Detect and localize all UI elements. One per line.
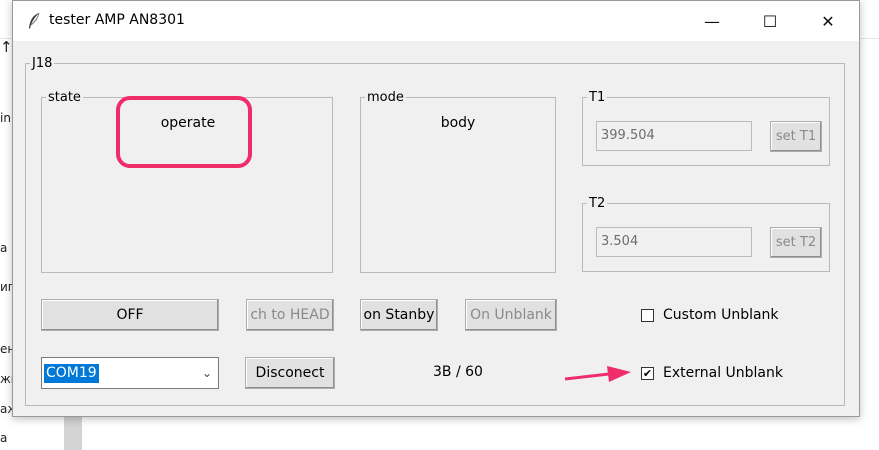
background-scrollbar [64,414,82,450]
j18-legend: J18 [32,56,53,71]
background-text-fragment: а [0,431,8,445]
t2-input[interactable]: 3.504 [596,227,752,257]
background-text-fragment: in [0,111,11,125]
mode-legend: mode [367,90,404,105]
t2-legend: T2 [589,196,606,211]
t1-legend: T1 [589,90,606,105]
background-arrow-up-icon: ↑ [0,38,13,56]
checkbox-box[interactable] [641,308,654,322]
title-bar[interactable]: tester AMP AN8301 — ☐ ✕ [13,1,859,41]
mode-value: body [440,115,476,131]
off-button[interactable]: OFF [41,299,219,331]
on-unblank-button[interactable]: On Unblank [465,299,557,331]
ch-to-head-button[interactable]: ch to HEAD [246,299,334,331]
minimize-button[interactable]: — [683,1,741,41]
annotation-highlight-box [116,96,252,168]
feather-icon [29,12,40,29]
counter-label: 3B / 60 [433,364,483,380]
maximize-button[interactable]: ☐ [741,1,799,41]
disconnect-button[interactable]: Disconect [245,357,335,389]
set-t2-button[interactable]: set T2 [770,227,822,258]
port-select-value: COM19 [44,364,99,383]
t1-input[interactable]: 399.504 [596,121,752,151]
window-title: tester AMP AN8301 [49,12,185,28]
custom-unblank-checkbox[interactable]: Custom Unblank [641,307,779,323]
on-stanby-button[interactable]: on Stanby [360,299,438,331]
close-button[interactable]: ✕ [799,1,857,41]
port-select[interactable]: COM19 ⌄ [41,357,219,389]
chevron-down-icon[interactable]: ⌄ [202,366,212,380]
custom-unblank-label: Custom Unblank [663,307,779,323]
annotation-arrow-icon [565,366,631,382]
set-t1-button[interactable]: set T1 [770,121,822,152]
background-text-fragment: а [0,241,8,255]
checkbox-box-checked[interactable]: ✔ [641,366,654,380]
external-unblank-label: External Unblank [663,365,783,381]
external-unblank-checkbox[interactable]: ✔ External Unblank [641,365,783,381]
state-legend: state [48,90,81,105]
app-window: tester AMP AN8301 — ☐ ✕ J18 state operat… [12,0,860,417]
